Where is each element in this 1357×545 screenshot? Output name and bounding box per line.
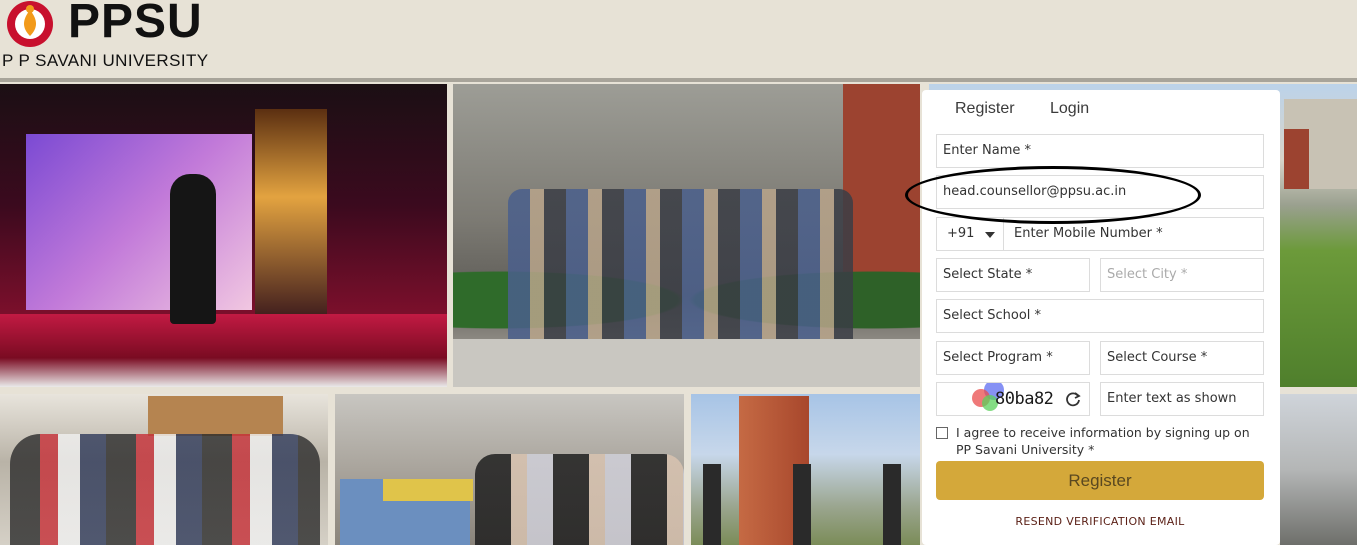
header-divider [0,78,1357,82]
stage-event-photo [0,84,447,387]
tab-login[interactable]: Login [1050,100,1089,118]
agree-label: I agree to receive information by signin… [956,425,1250,457]
logo-text[interactable]: PPSU [68,0,203,49]
email-field[interactable]: head.counsellor@ppsu.ac.in [936,175,1264,209]
country-code-value: +91 [947,226,975,241]
mobile-field[interactable]: Enter Mobile Number * [1003,217,1264,251]
lab-photo [335,394,684,545]
ppsu-logo-icon[interactable] [2,0,58,48]
site-header: PPSU P P SAVANI UNIVERSITY [0,0,1357,82]
country-code-select[interactable]: +91 [936,217,1004,251]
form-tabs: Register Login [922,90,1280,128]
agree-checkbox[interactable] [936,427,948,439]
sports-photo [691,394,920,545]
state-select[interactable]: Select State * [936,258,1090,292]
logo-subtitle: P P SAVANI UNIVERSITY [2,51,209,70]
register-button[interactable]: Register [936,461,1264,500]
resend-verification-link[interactable]: RESEND VERIFICATION EMAIL [922,515,1278,528]
chevron-down-icon [985,232,995,238]
program-select[interactable]: Select Program * [936,341,1090,375]
city-select[interactable]: Select City * [1100,258,1264,292]
school-select[interactable]: Select School * [936,299,1264,333]
register-panel: Register Login Enter Name * head.counsel… [922,90,1280,545]
course-select[interactable]: Select Course * [1100,341,1264,375]
workshop-photo [0,394,328,545]
students-photo [1280,394,1357,545]
tab-register[interactable]: Register [955,100,1015,118]
captcha-image: 80ba82 [936,382,1090,416]
captcha-input[interactable]: Enter text as shown [1100,382,1264,416]
captcha-code: 80ba82 [995,389,1054,409]
refresh-icon[interactable] [1064,390,1082,408]
name-field[interactable]: Enter Name * [936,134,1264,168]
group-photo [453,84,920,387]
